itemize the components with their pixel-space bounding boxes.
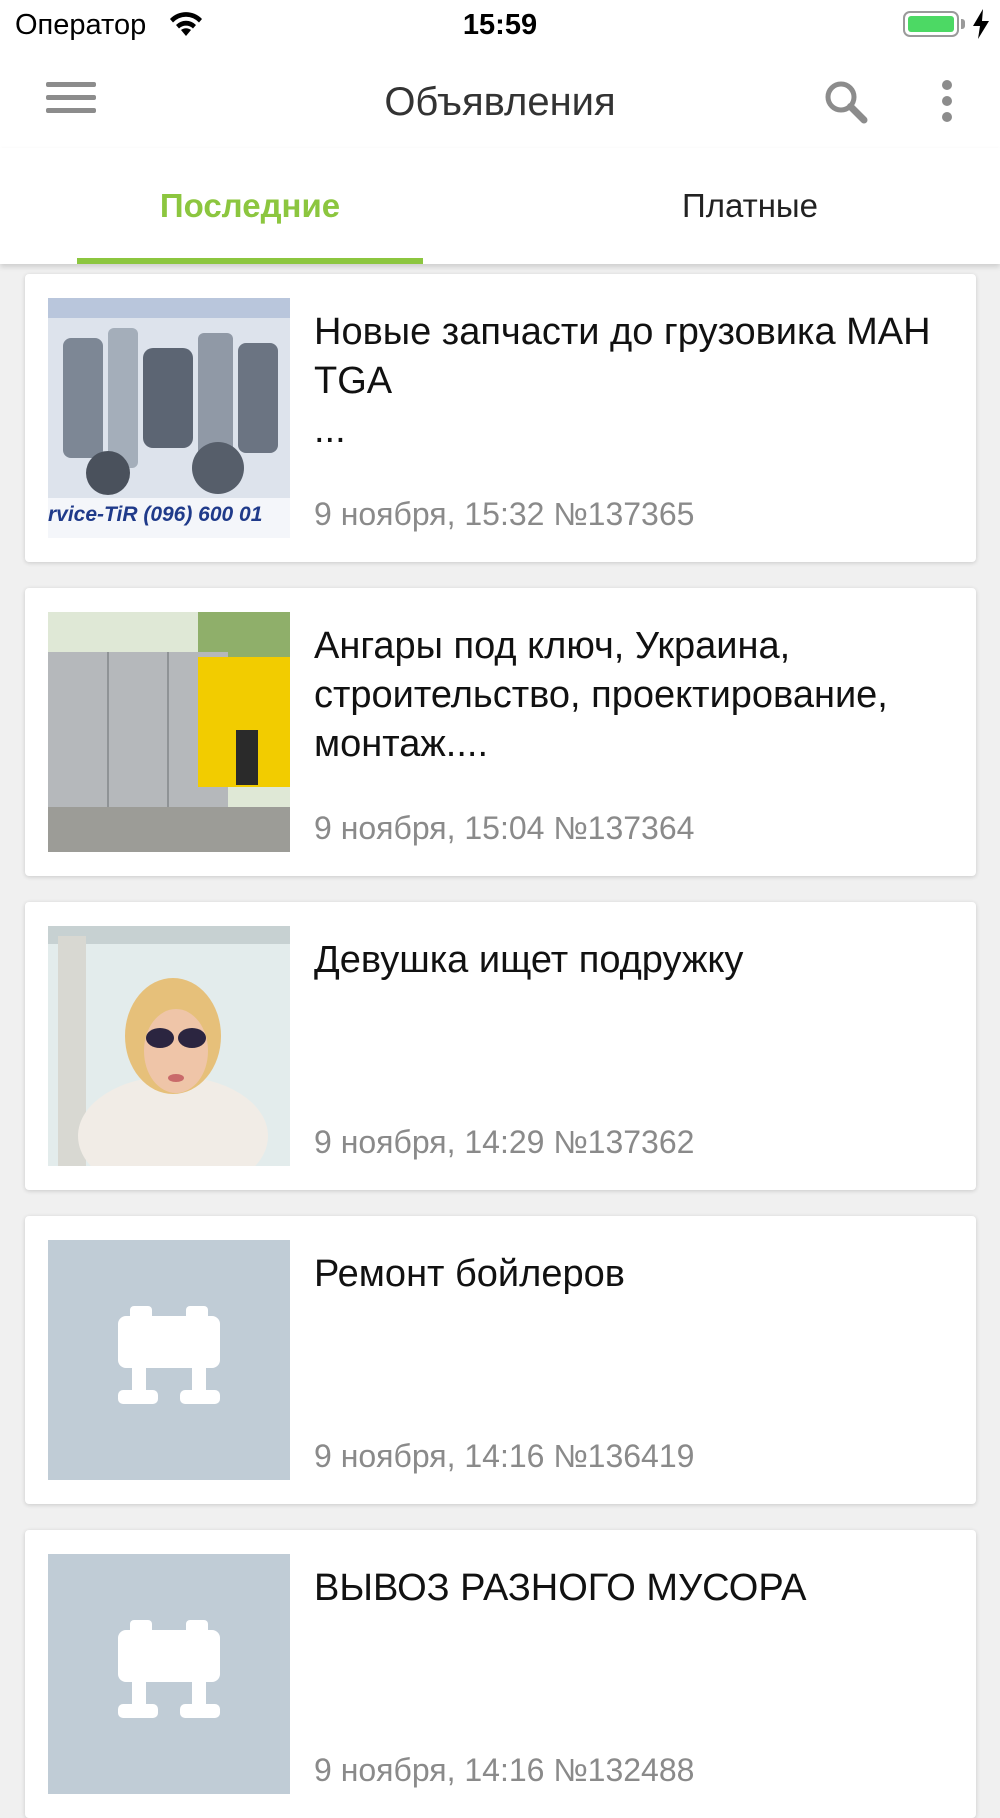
listing-meta: 9 ноября, 15:32 №137365	[314, 496, 695, 532]
listing-title: Ремонт бойлеров	[314, 1253, 625, 1295]
listing-thumbnail[interactable]	[48, 1554, 290, 1794]
listing-thumbnail[interactable]: rvice-TiR (096) 600 01	[48, 298, 290, 538]
search-icon[interactable]	[818, 74, 874, 130]
listing-title: Девушка ищет подружку	[314, 939, 744, 981]
listing-meta: 9 ноября, 14:16 №132488	[314, 1752, 695, 1788]
placeholder-icon	[48, 1240, 290, 1480]
listing-card[interactable]: rvice-TiR (096) 600 01 Новые запчасти до…	[25, 274, 976, 562]
truck-parts-photo	[48, 298, 290, 538]
tab-paid[interactable]: Платные	[500, 148, 1000, 264]
status-bar: Оператор 15:59	[0, 0, 1000, 56]
tab-latest[interactable]: Последние	[0, 148, 500, 264]
listing-title: Новые запчасти до грузовика МАН TGA ...	[314, 311, 931, 451]
charging-bolt-icon	[973, 9, 989, 39]
battery-cap	[961, 19, 965, 29]
tab-bar: Последние Платные	[0, 148, 1000, 264]
clock: 15:59	[462, 9, 538, 41]
listing-card[interactable]: Ангары под ключ, Украина, строительство,…	[25, 588, 976, 876]
battery-icon	[903, 11, 959, 37]
listing-card[interactable]: Девушка ищет подружку 9 ноября, 14:29 №1…	[25, 902, 976, 1190]
placeholder-icon	[48, 1554, 290, 1794]
listing-thumbnail[interactable]	[48, 612, 290, 852]
app-bar: Объявления	[0, 56, 1000, 148]
more-vertical-icon[interactable]	[925, 76, 969, 126]
listing-meta: 9 ноября, 15:04 №137364	[314, 810, 695, 846]
listing-thumbnail[interactable]	[48, 1240, 290, 1480]
listing-thumbnail[interactable]	[48, 926, 290, 1166]
listing-meta: 9 ноября, 14:16 №136419	[314, 1438, 695, 1474]
woman-photo	[48, 926, 290, 1166]
listing-title: ВЫВОЗ РАЗНОГО МУСОРА	[314, 1567, 807, 1609]
active-tab-indicator	[77, 258, 423, 264]
hangar-photo	[48, 612, 290, 852]
watermark-text: rvice-TiR (096) 600 01	[48, 503, 263, 526]
listing-title: Ангары под ключ, Украина, строительство,…	[314, 625, 888, 765]
listing-meta: 9 ноября, 14:29 №137362	[314, 1124, 695, 1160]
listing-card[interactable]: ВЫВОЗ РАЗНОГО МУСОРА 9 ноября, 14:16 №13…	[25, 1530, 976, 1818]
listing-card[interactable]: Ремонт бойлеров 9 ноября, 14:16 №136419	[25, 1216, 976, 1504]
